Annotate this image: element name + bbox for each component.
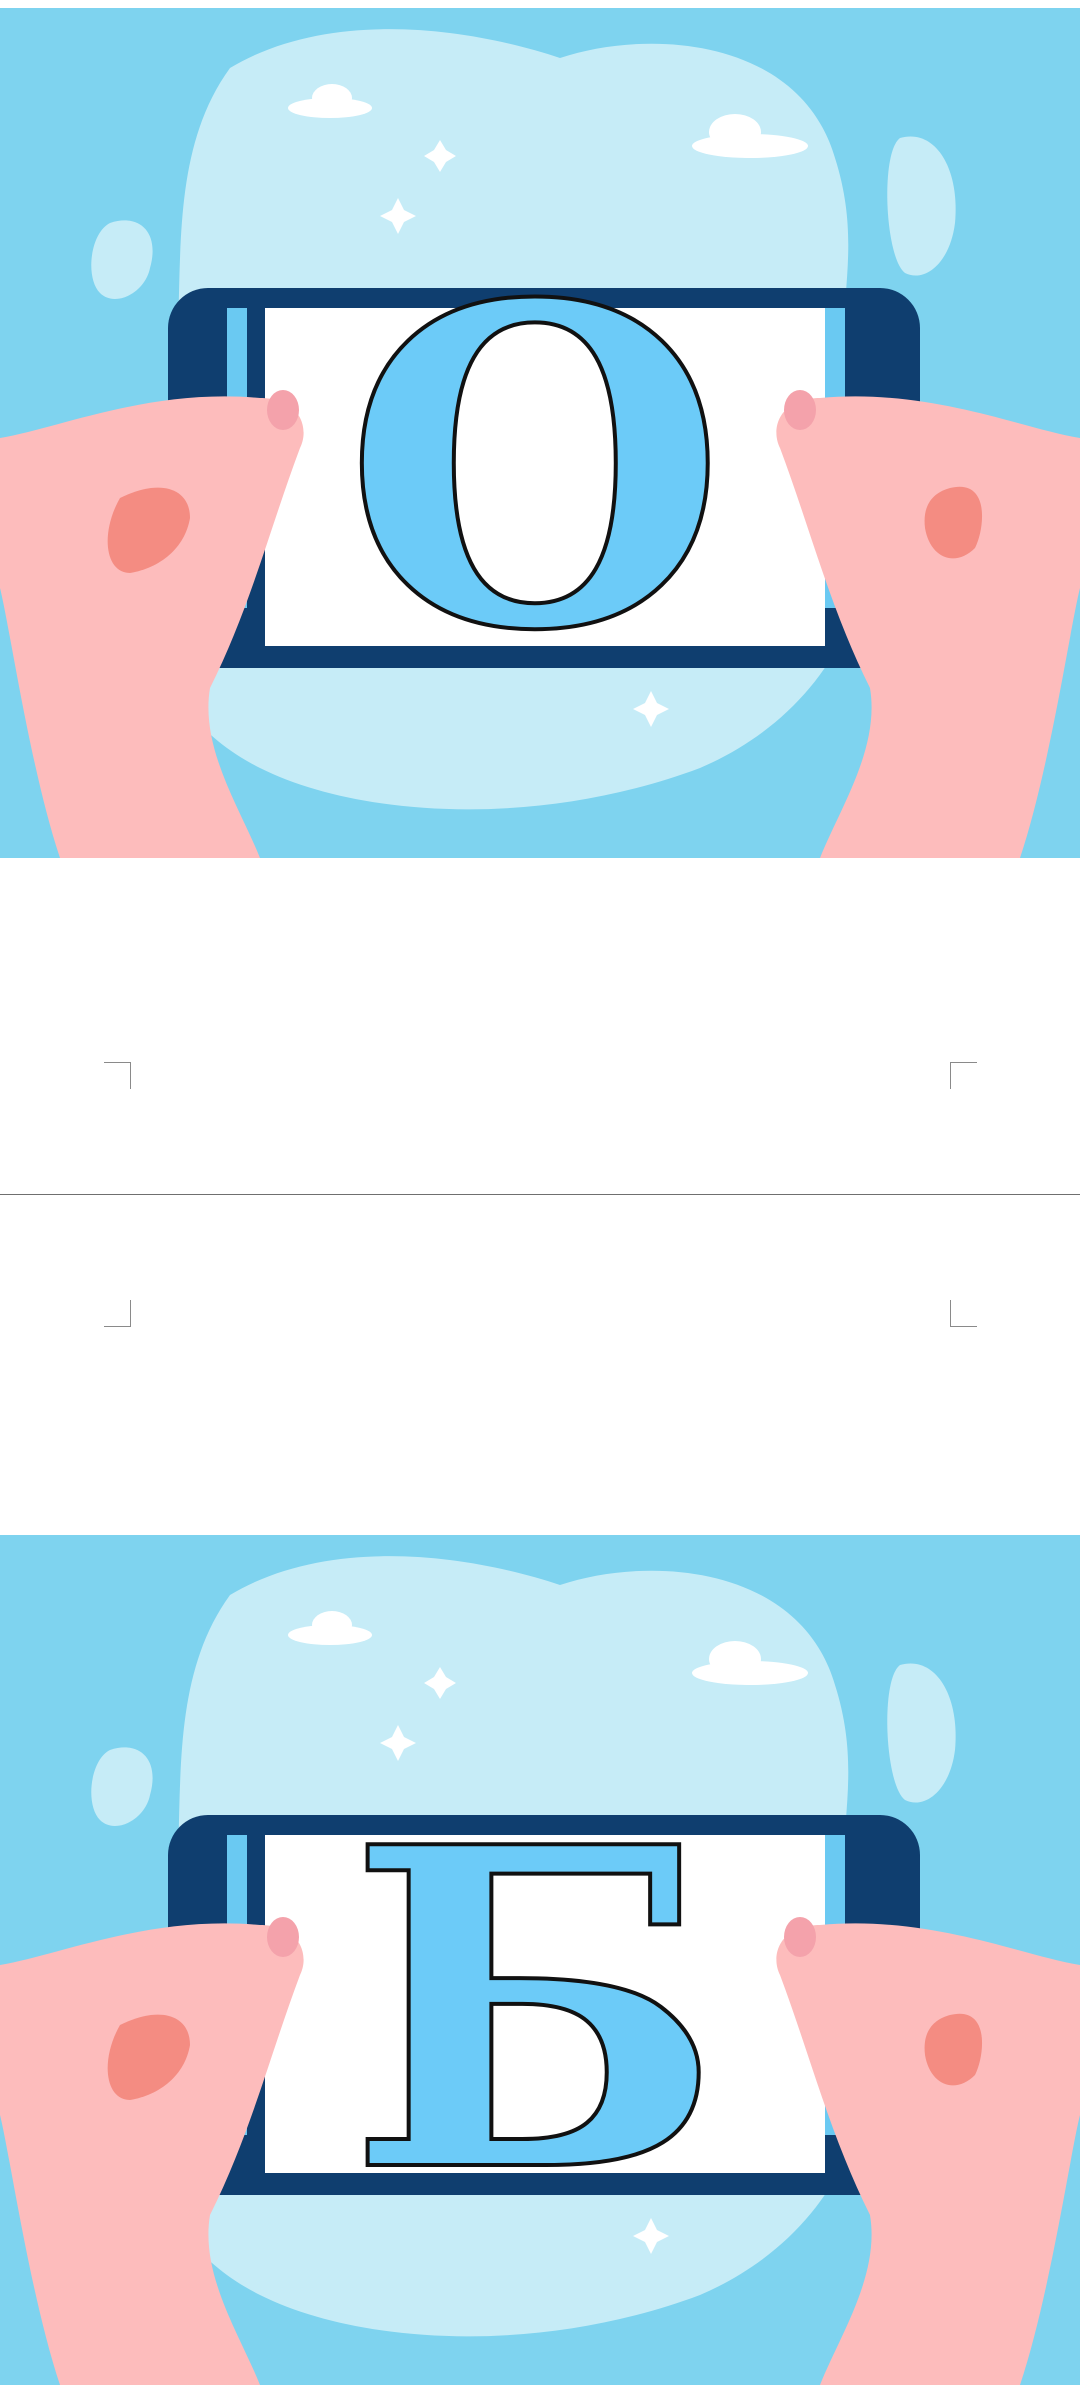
phone-illustration: О — [0, 8, 1080, 858]
letter-glyph: Б — [347, 1752, 723, 2269]
crop-mark-bottom-right — [950, 1300, 977, 1327]
letter-card-bottom[interactable]: Б — [0, 1535, 1080, 2385]
letter-display: Б — [345, 1750, 725, 2271]
crop-mark-top-left — [104, 1062, 131, 1089]
page-divider — [0, 1194, 1080, 1195]
letter-display: О — [341, 208, 728, 729]
letter-card-top[interactable]: О — [0, 8, 1080, 858]
phone-illustration: Б — [0, 1535, 1080, 2385]
crop-mark-bottom-left — [104, 1300, 131, 1327]
crop-mark-top-right — [950, 1062, 977, 1089]
letter-glyph: О — [343, 210, 726, 727]
